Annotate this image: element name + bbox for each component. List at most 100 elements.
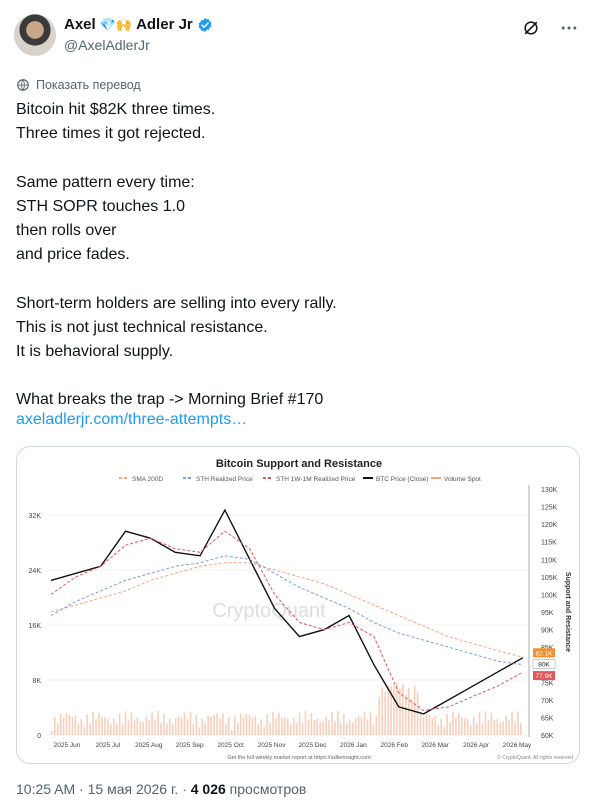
volume-bar (425, 713, 428, 735)
volume-bar (133, 720, 136, 735)
volume-bar (110, 723, 112, 735)
volume-bar (136, 717, 139, 735)
x-tick-label: 2026 Mar (421, 742, 449, 749)
volume-bar (163, 713, 165, 735)
avatar[interactable] (14, 14, 56, 56)
volume-bar (289, 724, 292, 735)
left-tick-label: 0 (37, 733, 41, 740)
volume-bar (301, 723, 304, 735)
volume-bar (520, 722, 522, 735)
volume-bar (351, 722, 354, 735)
author-name-row[interactable]: Axel 💎🙌 Adler Jr (64, 16, 213, 33)
volume-bar (183, 712, 186, 735)
volume-bar (77, 723, 80, 735)
watermark: CryptoQuant (212, 600, 326, 622)
volume-bar (230, 730, 233, 735)
translate-label[interactable]: Показать перевод (36, 78, 141, 92)
x-tick-label: 2025 Jun (54, 742, 81, 749)
author-name-suffix[interactable]: Adler Jr (136, 16, 193, 33)
volume-bar (204, 722, 206, 735)
translate-link[interactable]: Показать перевод (16, 78, 141, 92)
tweet-line: Same pattern every time: (16, 173, 195, 191)
volume-bar (80, 719, 83, 735)
volume-bar (101, 717, 103, 735)
volume-bar (104, 717, 106, 735)
right-tick-label: 60K (541, 733, 554, 740)
left-tick-label: 8K (32, 678, 41, 685)
volume-bar (331, 712, 333, 735)
volume-bar (281, 717, 283, 735)
article-link[interactable]: axeladlerjr.com/three-attempts… (16, 411, 247, 429)
volume-bar (298, 712, 301, 735)
volume-bar (458, 713, 460, 735)
volume-bar (354, 718, 357, 735)
volume-bar (366, 719, 369, 735)
volume-bar (490, 713, 493, 735)
tweet-media[interactable]: Bitcoin Support and Resistance SMA 200D ST… (16, 446, 580, 764)
volume-bar (192, 724, 195, 735)
x-tick-label: 2026 Jan (340, 742, 367, 749)
volume-bar (74, 715, 77, 735)
volume-bar (254, 716, 257, 735)
volume-bar (434, 716, 437, 735)
volume-bar (180, 717, 183, 735)
author-handle[interactable]: @AxelAdlerJr (64, 37, 150, 53)
volume-bar (443, 726, 445, 735)
volume-bar (160, 723, 162, 735)
volume-bar (118, 713, 121, 735)
volume-bar (440, 718, 442, 735)
tweet-line: then rolls over (16, 221, 117, 239)
volume-bar (272, 711, 274, 735)
right-tick-label: 75K (541, 680, 554, 687)
volume-bar (410, 699, 413, 735)
tweet-line (16, 146, 576, 170)
volume-bar (248, 714, 251, 735)
volume-bar (372, 724, 375, 735)
volume-bar (461, 717, 463, 735)
volume-bar (71, 716, 74, 735)
right-tick-label: 105K (541, 575, 558, 582)
volume-bar (499, 722, 501, 735)
volume-bar (95, 718, 97, 735)
tweet-line: Bitcoin hit $82K three times. (16, 101, 216, 118)
volume-bar (219, 717, 221, 735)
x-tick-label: 2025 Jul (96, 742, 121, 749)
volume-bar (378, 697, 381, 735)
volume-bar (266, 714, 268, 735)
volume-bar (186, 719, 189, 735)
volume-bar (416, 691, 419, 735)
volume-bar (502, 721, 504, 735)
volume-bar (334, 721, 336, 735)
volume-bar (195, 715, 198, 735)
volume-bar (375, 715, 378, 735)
volume-bar (59, 713, 62, 735)
tweet-date[interactable]: 15 мая 2026 г. (88, 781, 179, 797)
x-tick-label: 2025 Aug (135, 742, 163, 749)
value-tag-label: 77.9K (536, 673, 554, 680)
volume-bar (213, 715, 215, 735)
volume-bar (166, 723, 168, 735)
volume-bar (328, 720, 330, 735)
volume-bar (413, 685, 416, 735)
grok-icon[interactable] (521, 18, 541, 38)
x-tick-label: 2025 Nov (258, 742, 287, 749)
volume-bar (472, 717, 475, 735)
volume-bar (363, 712, 366, 735)
x-tick-label: 2025 Sep (176, 742, 204, 749)
volume-bar (319, 722, 322, 735)
tweet-time[interactable]: 10:25 AM (16, 781, 75, 797)
x-tick-label: 2025 Dec (299, 742, 328, 749)
volume-bar (446, 713, 448, 735)
volume-bar (263, 726, 265, 735)
right-tick-label: 125K (541, 505, 558, 512)
volume-bar (405, 694, 407, 735)
volume-bar (475, 723, 478, 735)
volume-bar (151, 712, 153, 735)
more-options-icon[interactable] (559, 18, 579, 38)
volume-bar (484, 711, 487, 735)
right-tick-label: 90K (541, 628, 554, 635)
author-first-name[interactable]: Axel (64, 16, 96, 33)
volume-bar (337, 711, 339, 735)
volume-bar (396, 683, 398, 735)
volume-bar (514, 721, 516, 735)
